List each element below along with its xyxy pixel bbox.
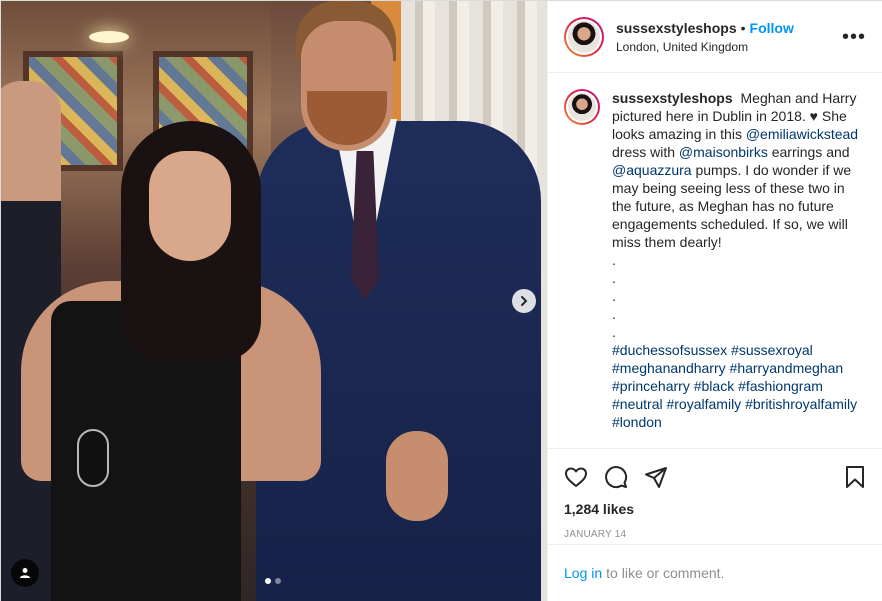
mention-link[interactable]: @aquazzura — [612, 162, 692, 178]
likes-count[interactable]: 1,284 likes — [564, 501, 867, 517]
hashtag-link[interactable]: #london — [612, 414, 662, 430]
save-button[interactable] — [827, 457, 867, 497]
caption-dot: . — [612, 252, 616, 268]
more-options-icon[interactable]: ••• — [842, 27, 866, 47]
post-date[interactable]: January 14 — [564, 529, 867, 540]
user-tag-button[interactable] — [11, 559, 39, 587]
hashtag-link[interactable]: #fashiongram — [738, 378, 823, 394]
comment-button[interactable] — [604, 457, 644, 497]
chevron-right-icon — [521, 296, 528, 306]
caption-area: sussexstyleshops Meghan and Harry pictur… — [548, 73, 882, 448]
like-button[interactable] — [564, 457, 604, 497]
caption-dot: . — [612, 306, 616, 322]
post-photo[interactable] — [1, 1, 547, 601]
man-hand — [386, 431, 448, 521]
heart-icon — [565, 467, 587, 487]
avatar-image — [568, 93, 596, 121]
action-icons — [564, 457, 867, 497]
caption-username[interactable]: sussexstyleshops — [612, 90, 733, 106]
login-prompt: to like or comment. — [606, 565, 725, 581]
post-header: sussexstyleshops • Follow London, United… — [548, 1, 882, 73]
avatar-image — [568, 20, 600, 53]
hashtag-link[interactable]: #britishroyalfamily — [745, 396, 857, 412]
caption-comment: sussexstyleshops Meghan and Harry pictur… — [564, 89, 866, 431]
hashtag-link[interactable]: #royalfamily — [666, 396, 741, 412]
carousel-dot-active — [265, 578, 271, 584]
location-link[interactable]: London, United Kingdom — [616, 40, 794, 54]
caption-dot: . — [612, 270, 616, 286]
separator-bullet: • — [740, 19, 746, 36]
header-username[interactable]: sussexstyleshops — [616, 20, 737, 36]
caption-text-part: earrings and — [771, 144, 850, 160]
woman-face — [149, 151, 231, 261]
comment-icon — [605, 466, 628, 489]
caption-avatar[interactable] — [564, 89, 600, 125]
login-link[interactable]: Log in — [564, 565, 602, 581]
follow-button[interactable]: Follow — [750, 20, 794, 36]
bookmark-icon — [846, 466, 864, 488]
caption-text-part: dress with — [612, 144, 676, 160]
caption-dot: . — [612, 288, 616, 304]
clutch-bag — [77, 429, 109, 487]
ceiling-lamp — [89, 31, 129, 43]
post-actions: 1,284 likes January 14 — [548, 448, 882, 540]
hashtag-link[interactable]: #neutral — [612, 396, 663, 412]
instagram-post: sussexstyleshops • Follow London, United… — [0, 0, 882, 601]
mention-link[interactable]: @maisonbirks — [679, 144, 768, 160]
share-button[interactable] — [644, 457, 684, 497]
hashtag-link[interactable]: #meghanandharry — [612, 360, 726, 376]
mention-link[interactable]: @emiliawickstead — [746, 126, 858, 142]
carousel-indicator — [265, 578, 281, 584]
caption-text: sussexstyleshops Meghan and Harry pictur… — [612, 89, 866, 431]
caption-dot: . — [612, 324, 616, 340]
hashtag-link[interactable]: #duchessofsussex — [612, 342, 727, 358]
share-icon — [645, 467, 667, 488]
carousel-next-button[interactable] — [512, 289, 536, 313]
hashtag-link[interactable]: #princeharry — [612, 378, 690, 394]
avatar[interactable] — [564, 16, 604, 57]
hashtag-link[interactable]: #harryandmeghan — [730, 360, 844, 376]
user-tag-icon — [20, 568, 30, 578]
hashtag-link[interactable]: #sussexroyal — [731, 342, 813, 358]
post-side-panel: sussexstyleshops • Follow London, United… — [547, 1, 882, 601]
login-bar: Log in to like or comment. — [548, 544, 882, 601]
carousel-dot — [275, 578, 281, 584]
hashtag-link[interactable]: #black — [694, 378, 734, 394]
